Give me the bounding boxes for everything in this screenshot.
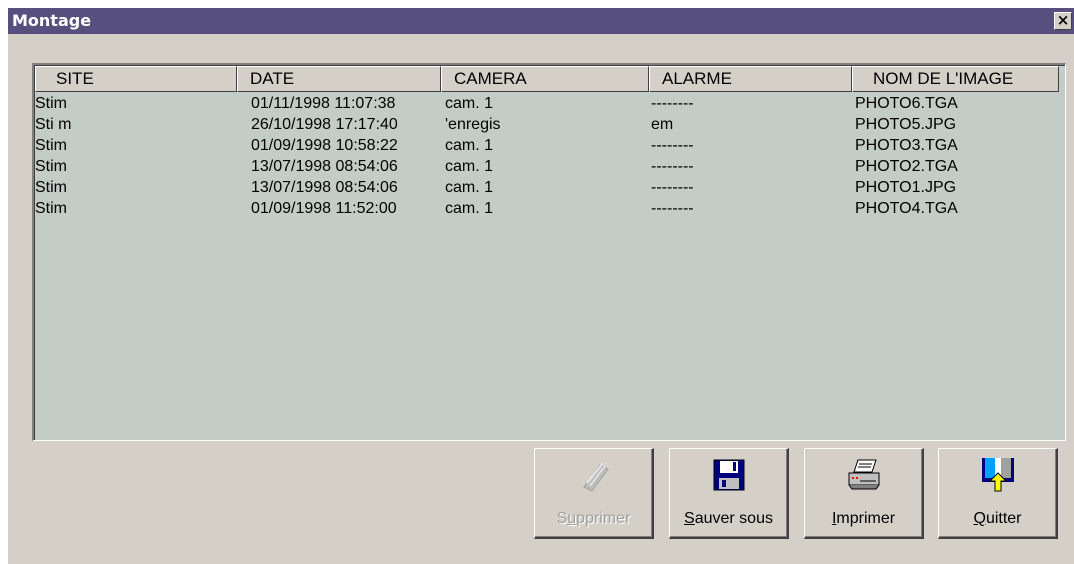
table-row[interactable]: Stim 13/07/1998 08:54:06 cam. 1 -------- PHO…	[35, 156, 1065, 177]
montage-window: Montage × SITE DATE CAMERA ALARME NOM DE…	[8, 8, 1074, 564]
title-bar[interactable]: Montage ×	[8, 8, 1074, 34]
cell-camera: cam. 1	[445, 95, 494, 112]
print-label: Imprimer	[831, 510, 896, 527]
cell-site: Sti m	[35, 116, 72, 133]
list-rows: Stim 01/11/1998 11:07:38 cam. 1 -------- PHO…	[35, 93, 1065, 219]
cell-date: 01/11/1998 11:07:38	[251, 95, 396, 112]
cell-site: Stim	[35, 200, 67, 217]
cell-alarme: --------	[651, 95, 694, 112]
print-button[interactable]: Imprimer	[804, 448, 924, 539]
table-row[interactable]: Stim 13/07/1998 08:54:06 cam. 1 -------- PHO…	[35, 177, 1065, 198]
cell-camera: cam. 1	[445, 137, 494, 154]
cell-date: 13/07/1998 08:54:06	[251, 179, 398, 196]
list-body: SITE DATE CAMERA ALARME NOM DE L'IMAGE S…	[34, 65, 1065, 440]
delete-label: Supprimer	[556, 510, 631, 527]
table-row[interactable]: Sti m 26/10/1998 17:17:40 'enregis em PHOTO5…	[35, 114, 1065, 135]
cell-site: Stim	[35, 158, 67, 175]
quit-label: Quitter	[973, 510, 1022, 527]
table-row[interactable]: Stim 01/11/1998 11:07:38 cam. 1 -------- PHO…	[35, 93, 1065, 114]
column-header-alarme[interactable]: ALARME	[649, 66, 852, 92]
column-header-site[interactable]: SITE	[35, 66, 237, 92]
cell-camera: cam. 1	[445, 200, 494, 217]
save-as-button[interactable]: Sauver sous	[669, 448, 789, 539]
cell-site: Stim	[35, 137, 67, 154]
cell-alarme: --------	[651, 137, 694, 154]
cell-image-name: PHOTO5.JPG	[855, 116, 957, 133]
cell-image-name: PHOTO4.TGA	[855, 200, 958, 217]
quit-button[interactable]: Quitter	[938, 448, 1058, 539]
exit-door-icon	[982, 458, 1014, 492]
floppy-disk-icon	[713, 459, 745, 491]
cell-alarme: --------	[651, 179, 694, 196]
printer-icon	[848, 459, 880, 490]
cell-image-name: PHOTO2.TGA	[855, 158, 958, 175]
column-header-image-name[interactable]: NOM DE L'IMAGE	[852, 66, 1059, 92]
cell-image-name: PHOTO3.TGA	[855, 137, 958, 154]
save-as-label: Sauver sous	[684, 510, 773, 527]
window-title: Montage	[12, 11, 92, 30]
cell-date: 01/09/1998 11:52:00	[251, 200, 397, 217]
cell-date: 13/07/1998 08:54:06	[251, 158, 398, 175]
cell-date: 26/10/1998 17:17:40	[251, 116, 398, 133]
image-list[interactable]: SITE DATE CAMERA ALARME NOM DE L'IMAGE S…	[32, 63, 1066, 441]
list-header: SITE DATE CAMERA ALARME NOM DE L'IMAGE	[35, 66, 1065, 92]
cell-alarme: --------	[651, 200, 694, 217]
cell-site: Stim	[35, 95, 67, 112]
cell-alarme: --------	[651, 158, 694, 175]
cell-alarme: em	[651, 116, 674, 133]
delete-button: Supprimer	[534, 448, 654, 539]
cell-date: 01/09/1998 10:58:22	[251, 137, 398, 154]
table-row[interactable]: Stim 01/09/1998 10:58:22 cam. 1 -------- PHO…	[35, 135, 1065, 156]
eraser-icon	[583, 462, 609, 492]
close-button[interactable]: ×	[1054, 12, 1072, 30]
cell-image-name: PHOTO6.TGA	[855, 95, 958, 112]
cell-camera: cam. 1	[445, 158, 494, 175]
cell-camera: 'enregis	[445, 116, 501, 133]
column-header-date[interactable]: DATE	[237, 66, 441, 92]
table-row[interactable]: Stim 01/09/1998 11:52:00 cam. 1 -------- PHO…	[35, 198, 1065, 219]
cell-camera: cam. 1	[445, 179, 494, 196]
cell-site: Stim	[35, 179, 67, 196]
column-header-camera[interactable]: CAMERA	[441, 66, 649, 92]
cell-image-name: PHOTO1.JPG	[855, 179, 957, 196]
